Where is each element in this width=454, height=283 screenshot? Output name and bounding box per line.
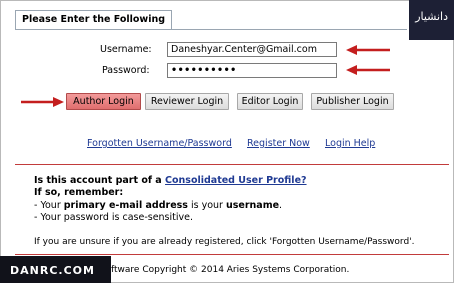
register-link[interactable]: Register Now [247, 138, 310, 149]
reviewer-login-button[interactable]: Reviewer Login [145, 93, 229, 110]
profile-question: Is this account part of a Consolidated U… [34, 175, 307, 186]
password-arrow-icon [346, 65, 390, 75]
remember-line-1: - Your primary e-mail address is your us… [34, 200, 282, 211]
line1-mid: is your [187, 200, 226, 211]
remember-line-2: - Your password is case-sensitive. [34, 212, 193, 223]
forgot-password-link[interactable]: Forgotten Username/Password [87, 138, 232, 149]
author-login-button[interactable]: Author Login [66, 93, 141, 110]
unsure-note: If you are unsure if you are already reg… [34, 237, 415, 247]
divider-bottom [15, 254, 449, 255]
username-arrow-icon [346, 45, 390, 55]
line1-bold: primary e-mail address [63, 200, 188, 211]
watermark-brand: DANRC.COM [0, 256, 111, 283]
profile-question-text: Is this account part of a [34, 175, 166, 186]
tab-underline [15, 29, 407, 30]
line1-prefix: - Your [34, 200, 64, 211]
line1-bold2: username [225, 200, 280, 211]
line1-suffix: . [279, 200, 283, 211]
login-arrow-icon [21, 97, 64, 107]
username-label: Username: [100, 44, 152, 55]
password-label: Password: [102, 65, 150, 76]
publisher-login-button[interactable]: Publisher Login [311, 93, 394, 110]
brand-text: DANRC.COM [10, 264, 95, 277]
form-title: Please Enter the Following [22, 14, 166, 25]
editor-login-button[interactable]: Editor Login [237, 93, 303, 110]
divider-top [15, 164, 449, 165]
login-help-link[interactable]: Login Help [325, 138, 375, 149]
remember-heading: If so, remember: [34, 187, 124, 198]
logo-text: دانشیار [415, 10, 448, 23]
password-field[interactable]: •••••••••• [167, 63, 337, 78]
copyright-footer: ftware Copyright © 2014 Aries Systems Co… [111, 265, 350, 275]
watermark-logo: دانشیار [409, 0, 454, 40]
login-panel: Please Enter the Following Username: Dan… [0, 0, 454, 283]
username-field[interactable]: Daneshyar.Center@Gmail.com [167, 42, 337, 57]
form-tab: Please Enter the Following [15, 10, 172, 30]
consolidated-profile-link[interactable]: Consolidated User Profile? [165, 175, 307, 186]
